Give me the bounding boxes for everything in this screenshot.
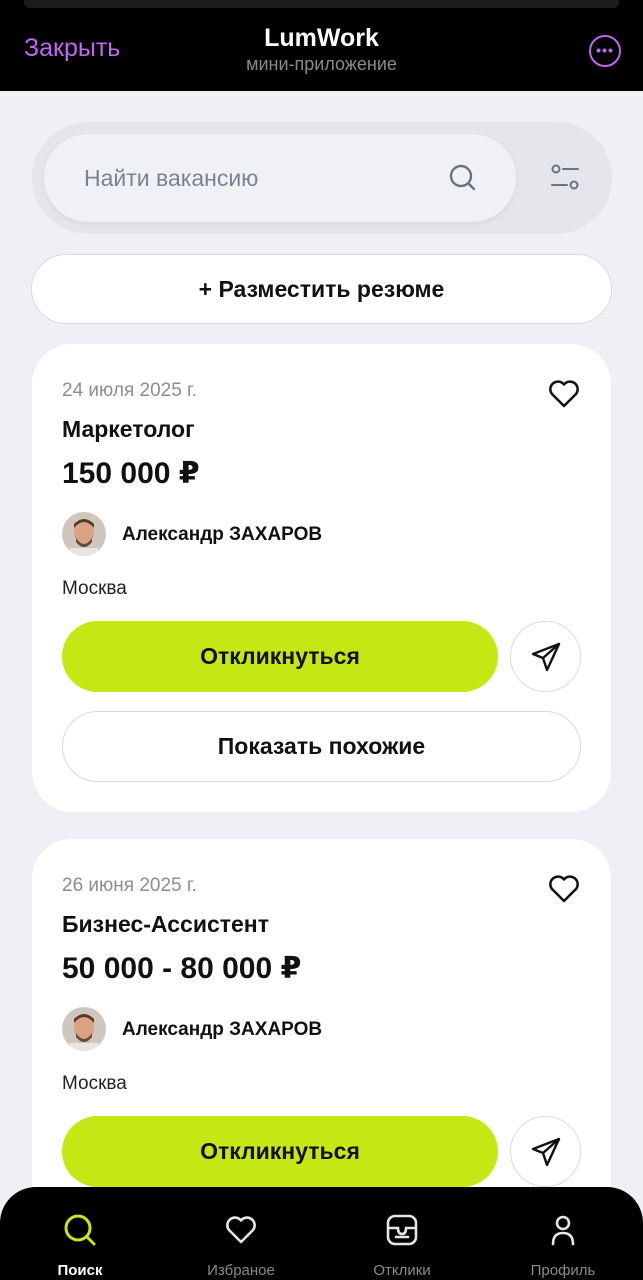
- avatar[interactable]: [62, 512, 106, 556]
- job-salary: 150 000 ₽: [62, 457, 200, 490]
- nav-label: Отклики: [373, 1262, 431, 1279]
- search-icon: [64, 1214, 96, 1246]
- send-icon: [531, 1137, 561, 1167]
- author-name[interactable]: Александр ЗАХАРОВ: [122, 524, 322, 546]
- share-button[interactable]: [510, 1116, 581, 1187]
- nav-item-search[interactable]: Поиск: [20, 1187, 140, 1280]
- status-notch: [24, 0, 619, 8]
- app-subtitle: мини-приложение: [246, 54, 397, 74]
- job-title[interactable]: Маркетолог: [62, 416, 195, 443]
- job-salary: 50 000 - 80 000 ₽: [62, 952, 302, 985]
- show-similar-button[interactable]: Показать похожие: [62, 711, 581, 782]
- bottom-nav: Поиск Избраное Отклики Профиль: [0, 1187, 643, 1280]
- more-icon[interactable]: [589, 35, 621, 67]
- search-field[interactable]: [44, 134, 516, 222]
- search-input[interactable]: [84, 162, 444, 194]
- responses-icon: [386, 1214, 418, 1246]
- heart-icon: [226, 1216, 256, 1244]
- search-bar: [32, 122, 612, 234]
- send-icon: [531, 642, 561, 672]
- profile-icon: [551, 1215, 575, 1246]
- job-date: 26 июня 2025 г.: [62, 875, 197, 896]
- job-card: 26 июня 2025 г. Бизнес-Ассистент 50 000 …: [32, 839, 611, 1239]
- job-city: Москва: [62, 1073, 127, 1094]
- heart-icon[interactable]: [547, 872, 581, 906]
- post-resume-button[interactable]: + Разместить резюме: [31, 254, 612, 324]
- apply-button[interactable]: Откликнуться: [62, 1116, 498, 1187]
- job-title[interactable]: Бизнес-Ассистент: [62, 911, 269, 938]
- nav-item-favorites[interactable]: Избраное: [181, 1187, 301, 1280]
- filter-icon[interactable]: [550, 163, 580, 193]
- nav-label: Поиск: [57, 1262, 103, 1279]
- job-card: 24 июля 2025 г. Маркетолог 150 000 ₽ Але…: [32, 344, 611, 812]
- avatar[interactable]: [62, 1007, 106, 1051]
- nav-item-profile[interactable]: Профиль: [503, 1187, 623, 1280]
- apply-button[interactable]: Откликнуться: [62, 621, 498, 692]
- app-title: LumWork: [264, 24, 379, 52]
- nav-item-responses[interactable]: Отклики: [342, 1187, 462, 1280]
- search-icon[interactable]: [448, 163, 478, 193]
- nav-label: Профиль: [530, 1262, 596, 1279]
- top-bar: Закрыть LumWork мини-приложение: [0, 0, 643, 91]
- job-city: Москва: [62, 578, 127, 599]
- share-button[interactable]: [510, 621, 581, 692]
- nav-label: Избраное: [207, 1262, 275, 1279]
- job-date: 24 июля 2025 г.: [62, 380, 197, 401]
- heart-icon[interactable]: [547, 377, 581, 411]
- author-name[interactable]: Александр ЗАХАРОВ: [122, 1019, 322, 1041]
